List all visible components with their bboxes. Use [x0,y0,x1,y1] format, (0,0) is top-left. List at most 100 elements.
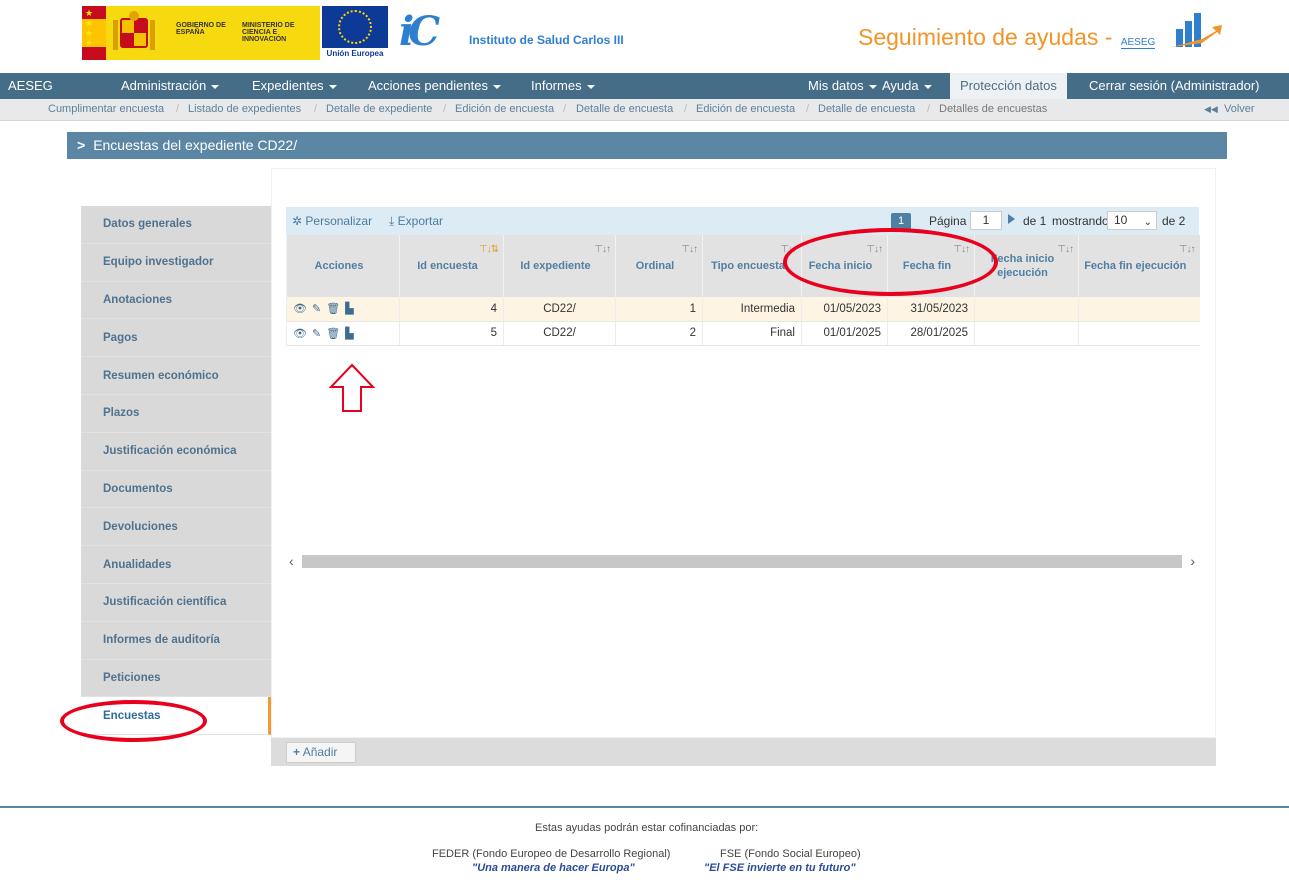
table-row[interactable]: 👁 ✎ 🗑 ▙ 5 CD22/ 2 Final 01/01/2025 28/01… [286,321,1200,346]
side-item-anotaciones[interactable]: Anotaciones [81,281,271,320]
annotation-arrow-up-icon [329,363,375,412]
eu-stars-icon [338,10,372,44]
add-button[interactable]: + Añadir [286,742,356,763]
side-item-justificacion-economica[interactable]: Justificación económica [81,432,271,471]
eu-logo: Unión Europea [322,6,388,60]
scrollbar-track[interactable] [302,555,1182,568]
cofinance-text: Estas ayudas podrán estar cofinanciadas … [535,822,759,834]
edit-icon[interactable]: ✎ [312,327,321,340]
cell-tipo-encuesta: Intermedia [702,297,802,322]
column-header-id-encuesta[interactable]: Id encuesta ⊤↓⇅ [399,235,504,297]
side-item-documentos[interactable]: Documentos [81,470,271,509]
gear-icon: ✲ [292,214,303,228]
page-count: de 1 [1023,214,1047,228]
customize-button[interactable]: ✲ Personalizar [292,214,372,228]
app-title-text: Seguimiento de ayudas - [858,24,1113,50]
nav-acciones-pendientes[interactable]: Acciones pendientes [362,73,507,99]
nav-administracion[interactable]: Administración [115,73,225,99]
sort-filter-icon[interactable]: ⊤↓↑ [1179,243,1196,257]
chevron-down-icon [328,84,337,89]
next-page-icon[interactable] [1008,214,1015,224]
sort-filter-icon[interactable]: ⊤↓⇅ [479,243,499,257]
side-item-informes-auditoria[interactable]: Informes de auditoría [81,621,271,660]
side-item-devoluciones[interactable]: Devoluciones [81,508,271,547]
document-icon[interactable]: ▙ [345,302,353,315]
cell-fecha-fin: 28/01/2025 [887,321,975,346]
column-header-ordinal[interactable]: Ordinal ⊤↓↑ [615,235,703,297]
nav-aeseg[interactable]: AESEG [2,73,59,99]
page-size-select[interactable]: 10 ⌄ [1107,211,1157,230]
breadcrumb-item[interactable]: Edición de encuesta [696,103,795,115]
breadcrumb-separator: / [806,103,810,115]
side-item-plazos[interactable]: Plazos [81,394,271,433]
side-item-equipo-investigador[interactable]: Equipo investigador [81,243,271,282]
side-item-anualidades[interactable]: Anualidades [81,546,271,584]
view-icon[interactable]: 👁 [293,327,307,340]
nav-proteccion-datos[interactable]: Protección datos [950,73,1067,99]
breadcrumb-item[interactable]: Detalle de expediente [326,103,432,115]
export-button[interactable]: ⤓ Exportar [389,214,443,229]
bar-chart-logo-icon [1172,13,1222,47]
cell-fecha-inicio-ejecucion [974,321,1079,346]
breadcrumb-separator: / [443,103,447,115]
breadcrumb-item[interactable]: Detalle de encuesta [576,103,673,115]
nav-expedientes[interactable]: Expedientes [246,73,343,99]
breadcrumb-item[interactable]: Cumplimentar encuesta [48,103,164,115]
side-item-resumen-economico[interactable]: Resumen económico [81,357,271,395]
panel-heading[interactable]: > Encuestas del expediente CD22/ [67,132,1227,159]
back-link[interactable]: ◀◀ Volver [1204,103,1255,115]
side-item-pagos[interactable]: Pagos [81,319,271,358]
chevron-down-icon [923,84,932,89]
scroll-left-icon[interactable]: ‹ [289,553,294,569]
panel-title: Encuestas del expediente CD22/ [93,137,298,153]
view-icon[interactable]: 👁 [293,302,307,315]
annotation-ellipse-encuestas [60,700,207,742]
page-number-input[interactable]: 1 [970,211,1002,230]
document-icon[interactable]: ▙ [345,327,353,340]
side-item-datos-generales[interactable]: Datos generales [81,206,271,244]
sort-filter-icon[interactable]: ⊤↓↑ [1057,243,1074,257]
row-actions: 👁 ✎ 🗑 ▙ [286,321,400,346]
cell-fecha-inicio-ejecucion [974,297,1079,322]
scroll-right-icon[interactable]: › [1190,553,1195,569]
sort-filter-icon[interactable]: ⊤↓↑ [594,243,611,257]
surveys-grid: Acciones Id encuesta ⊤↓⇅ Id expediente ⊤↓↑… [286,235,1200,346]
trash-icon[interactable]: 🗑 [326,302,340,315]
sort-filter-icon[interactable]: ⊤↓↑ [681,243,698,257]
edit-icon[interactable]: ✎ [312,302,321,315]
feder-quote: "Una manera de hacer Europa" [472,862,635,874]
breadcrumb-item[interactable]: Listado de expedientes [188,103,301,115]
cell-fecha-inicio: 01/05/2023 [801,297,888,322]
horizontal-scrollbar[interactable]: ‹ › [286,553,1199,570]
side-item-justificacion-cientifica[interactable]: Justificación científica [81,583,271,622]
export-icon: ⤓ [389,214,395,228]
chevron-right-icon: > [77,137,86,153]
ministry-text: Ministerio de Ciencia e Innovación [242,22,295,43]
nav-ayuda[interactable]: Ayuda [876,73,938,99]
institute-name: Instituto de Salud Carlos III [469,33,624,47]
breadcrumb-item[interactable]: Edición de encuesta [455,103,554,115]
breadcrumb-separator: / [563,103,567,115]
cell-fecha-inicio: 01/01/2025 [801,321,888,346]
chevron-down-icon [211,84,220,89]
nav-informes[interactable]: Informes [525,73,601,99]
column-header-id-expediente[interactable]: Id expediente ⊤↓↑ [503,235,616,297]
app-title: Seguimiento de ayudas - AESEG [858,24,1156,51]
breadcrumb-separator: / [314,103,318,115]
fse-quote: "El FSE invierte en tu futuro" [704,862,856,874]
breadcrumb: Cumplimentar encuesta / Listado de exped… [0,99,1289,121]
table-row[interactable]: 👁 ✎ 🗑 ▙ 4 CD22/ 1 Intermedia 01/05/2023 … [286,297,1200,322]
column-header-fecha-fin-ejecucion[interactable]: Fecha fin ejecución ⊤↓↑ [1078,235,1200,297]
column-header-acciones: Acciones [286,235,400,297]
side-item-peticiones[interactable]: Peticiones [81,659,271,698]
nav-cerrar-sesion[interactable]: Cerrar sesión (Administrador) [1083,73,1266,99]
feder-text: FEDER (Fondo Europeo de Desarrollo Regio… [432,848,671,860]
breadcrumb-item[interactable]: Detalle de encuesta [818,103,915,115]
fse-text: FSE (Fondo Social Europeo) [720,848,861,860]
trash-icon[interactable]: 🗑 [326,327,340,340]
nav-mis-datos[interactable]: Mis datos [802,73,883,99]
rewind-icon: ◀◀ [1204,104,1218,114]
gov-text: Gobierno de España [176,22,226,36]
cell-id-expediente: CD22/ [503,297,616,322]
header: ★ ★ ★ ★ Gobierno de España Ministerio de Ci… [0,0,1289,73]
